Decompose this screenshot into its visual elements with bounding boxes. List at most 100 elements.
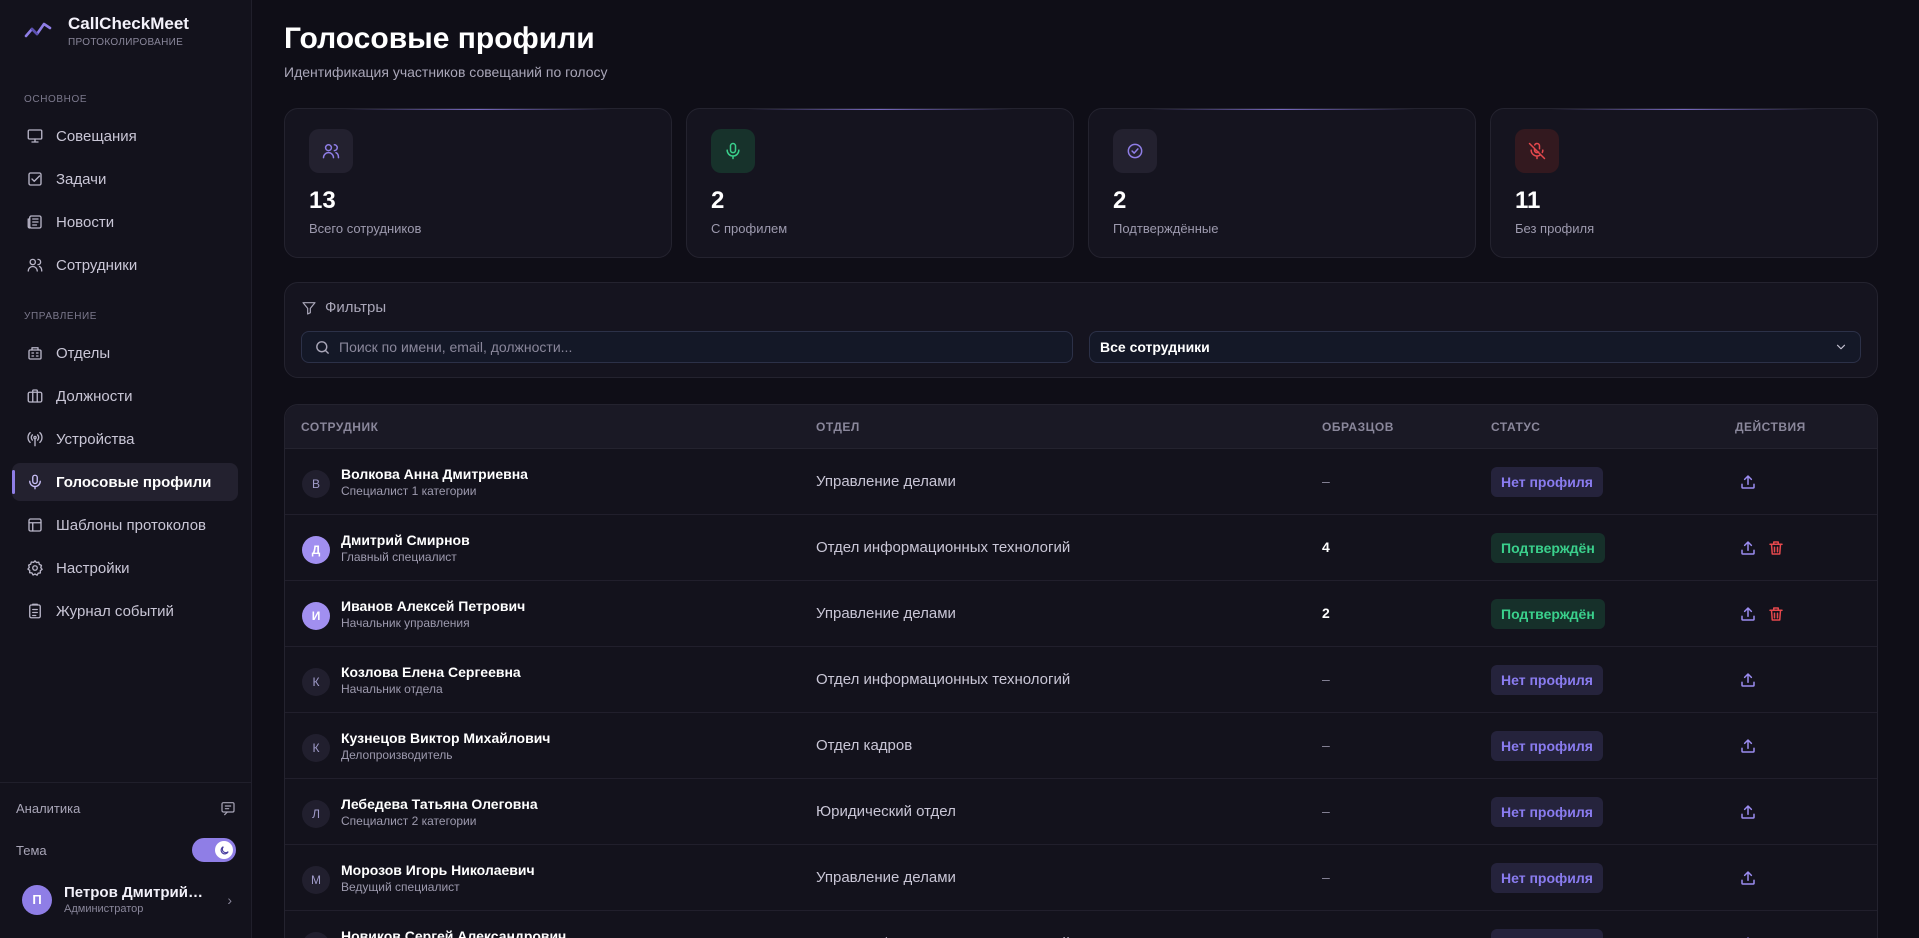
stat-label: С профилем [711,221,788,236]
gear-icon [27,560,43,576]
briefcase-icon [27,389,43,403]
samples-count: – [1322,671,1330,687]
status-badge: Нет профиля [1491,665,1603,695]
employee-name: Дмитрий Смирнов [341,532,470,548]
employee-position: Главный специалист [341,550,457,564]
stat-value: 2 [711,187,725,214]
status-badge: Подтверждён [1491,599,1605,629]
table-row[interactable]: Д Дмитрий Смирнов Главный специалист Отдел … [285,515,1877,581]
chat-icon[interactable] [220,800,236,816]
brand-name: CallCheckMeet [68,14,189,33]
employee-department: Отдел кадров [816,737,913,754]
sidebar-item-departments[interactable]: Отделы [12,334,238,372]
avatar: Л [302,800,330,828]
upload-icon[interactable] [1739,605,1757,623]
table-row[interactable]: К Козлова Елена Сергеевна Начальник отдела… [285,647,1877,713]
section-title-main: ОСНОВНОЕ [24,94,88,105]
stat-card-no-profile: 11 Без профиля [1490,108,1878,258]
employee-name: Морозов Игорь Николаевич [341,862,535,878]
employee-name: Кузнецов Виктор Михайлович [341,730,551,746]
employees-table: СОТРУДНИК ОТДЕЛ ОБРАЗЦОВ СТАТУС ДЕЙСТВИЯ… [284,404,1878,938]
employee-position: Начальник управления [341,616,470,630]
table-row[interactable]: В Волкова Анна Дмитриевна Специалист 1 кат… [285,449,1877,515]
stat-value: 2 [1113,187,1127,214]
sidebar-item-tasks[interactable]: Задачи [12,160,238,198]
sidebar-item-settings[interactable]: Настройки [12,549,238,587]
mic-off-icon [1515,129,1559,173]
theme-toggle[interactable] [192,838,236,862]
avatar: Н [302,932,330,938]
employee-department: Отдел информационных технологий [816,671,1071,688]
users-icon [27,258,43,272]
analytics-row[interactable]: Аналитика [16,800,236,816]
avatar: К [302,668,330,696]
sidebar-item-templates[interactable]: Шаблоны протоколов [12,506,238,544]
search-field[interactable] [301,331,1073,363]
search-input[interactable] [339,339,1039,355]
antenna-icon [27,431,43,447]
status-badge: Подтверждён [1491,533,1605,563]
check-circle-icon [1113,129,1157,173]
search-icon [316,340,329,354]
upload-icon[interactable] [1739,803,1757,821]
employee-name: Иванов Алексей Петрович [341,598,526,614]
employee-position: Специалист 1 категории [341,484,477,498]
sidebar-item-positions[interactable]: Должности [12,377,238,415]
filters-panel: Фильтры Все сотрудники [284,282,1878,378]
sidebar-item-label: Настройки [56,559,130,577]
avatar: Д [302,536,330,564]
upload-icon[interactable] [1739,737,1757,755]
sidebar-divider [0,782,252,783]
table-row[interactable]: К Кузнецов Виктор Михайлович Делопроизводи… [285,713,1877,779]
status-badge: Нет профиля [1491,929,1603,938]
column-header-department[interactable]: ОТДЕЛ [816,420,860,434]
column-header-actions: ДЕЙСТВИЯ [1735,420,1806,434]
chevron-down-icon [1836,344,1846,350]
samples-count: – [1322,737,1330,753]
status-badge: Нет профиля [1491,731,1603,761]
sidebar-item-voice-profiles[interactable]: Голосовые профили [12,463,238,501]
employee-name: Козлова Елена Сергеевна [341,664,521,680]
checkbox-icon [28,172,42,186]
sidebar-item-label: Отделы [56,344,111,362]
avatar: И [302,602,330,630]
column-header-samples[interactable]: ОБРАЗЦОВ [1322,420,1394,434]
employee-department: Юридический отдел [816,803,956,820]
employee-name: Волкова Анна Дмитриевна [341,466,528,482]
sidebar-item-news[interactable]: Новости [12,203,238,241]
sidebar-item-meetings[interactable]: Совещания [12,117,238,155]
stat-value: 11 [1515,187,1541,214]
avatar: М [302,866,330,894]
stat-card-confirmed: 2 Подтверждённые [1088,108,1476,258]
brand[interactable]: CallCheckMeet ПРОТОКОЛИРОВАНИЕ [24,14,189,48]
upload-icon[interactable] [1739,473,1757,491]
newspaper-icon [27,215,42,229]
column-header-status[interactable]: СТАТУС [1491,420,1540,434]
employee-position: Ведущий специалист [341,880,460,894]
sidebar-item-label: Должности [56,387,133,405]
mic-icon [711,129,755,173]
user-menu[interactable]: П Петров Дмитрий Сергеевич Администратор… [22,884,232,915]
table-row[interactable]: Л Лебедева Татьяна Олеговна Специалист 2 к… [285,779,1877,845]
sidebar-item-event-log[interactable]: Журнал событий [12,592,238,630]
upload-icon[interactable] [1739,539,1757,557]
samples-count: – [1322,803,1330,819]
sidebar-item-employees[interactable]: Сотрудники [12,246,238,284]
employee-position: Специалист 2 категории [341,814,477,828]
upload-icon[interactable] [1739,671,1757,689]
trash-icon[interactable] [1767,605,1785,623]
employee-filter-select[interactable]: Все сотрудники [1089,331,1861,363]
table-row[interactable]: И Иванов Алексей Петрович Начальник управл… [285,581,1877,647]
moon-icon [215,841,233,859]
sidebar-item-devices[interactable]: Устройства [12,420,238,458]
table-row[interactable]: ННовиков Сергей АлександровичОтдел инфор… [285,911,1877,938]
mic-icon [29,474,41,490]
trash-icon[interactable] [1767,539,1785,557]
status-badge: Нет профиля [1491,467,1603,497]
table-row[interactable]: М Морозов Игорь Николаевич Ведущий специал… [285,845,1877,911]
upload-icon[interactable] [1739,869,1757,887]
column-header-employee[interactable]: СОТРУДНИК [301,420,378,434]
table-header: СОТРУДНИК ОТДЕЛ ОБРАЗЦОВ СТАТУС ДЕЙСТВИЯ [285,405,1877,449]
avatar: П [22,884,52,915]
stat-label: Без профиля [1515,221,1595,236]
